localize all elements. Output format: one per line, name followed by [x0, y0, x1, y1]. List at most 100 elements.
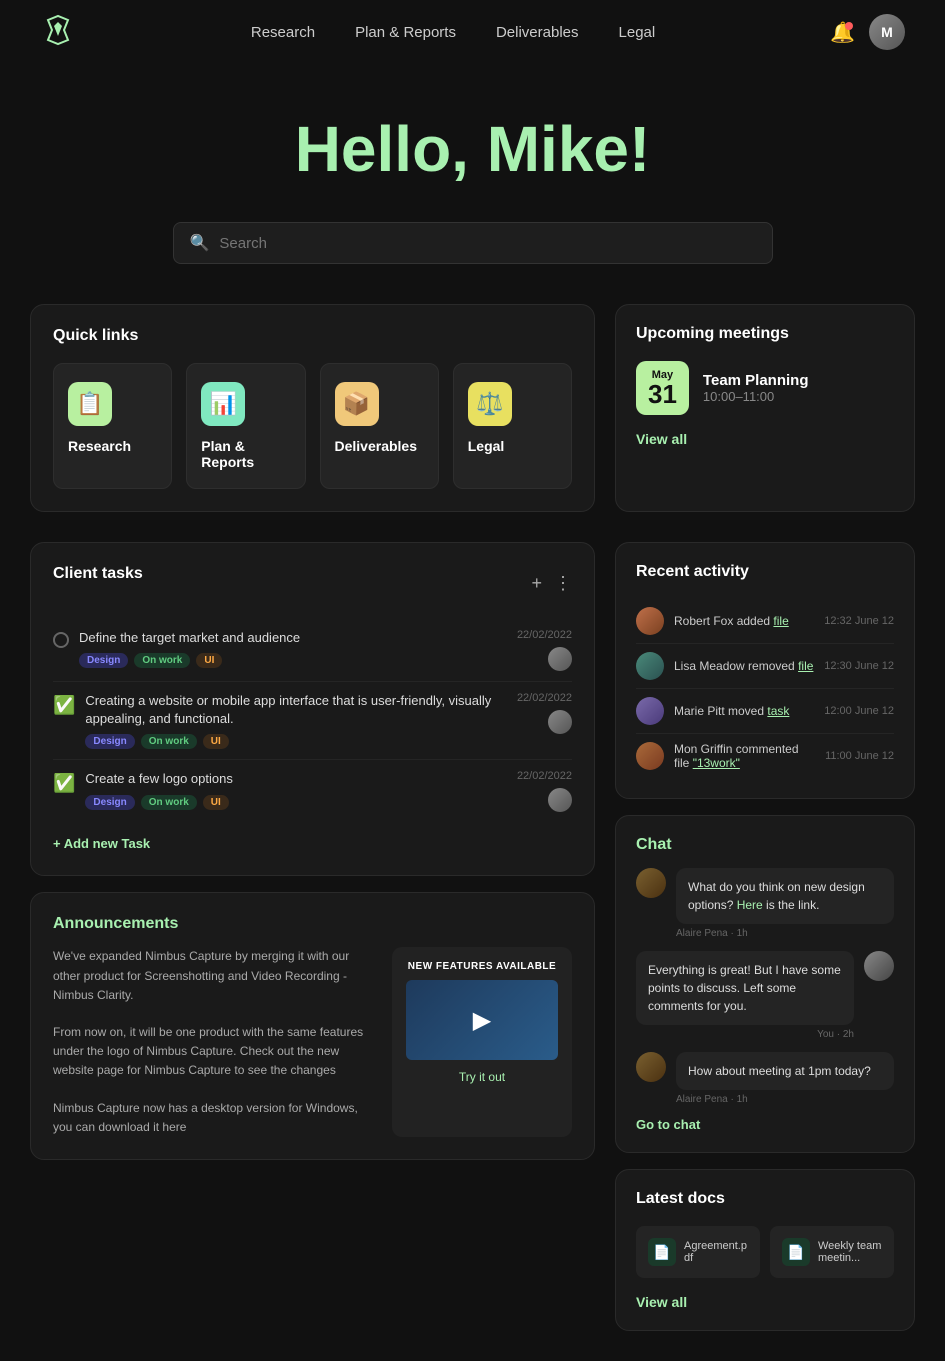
activity-avatar-1	[636, 607, 664, 635]
task-title-1: Define the target market and audience	[79, 629, 507, 647]
docs-grid: 📄 Agreement.pdf 📄 Weekly team meetin...	[636, 1226, 894, 1278]
task-avatar-1	[548, 647, 572, 671]
meetings-view-all[interactable]: View all	[636, 431, 894, 447]
tasks-actions: + ⋮	[531, 573, 572, 594]
nav-link-legal[interactable]: Legal	[619, 24, 656, 41]
nav-link-deliverables[interactable]: Deliverables	[496, 24, 579, 41]
activity-link-3[interactable]: task	[767, 704, 789, 718]
tasks-header: Client tasks + ⋮	[53, 565, 572, 601]
logo[interactable]	[40, 12, 76, 53]
chat-msg-body-1: What do you think on new design options?…	[676, 868, 894, 939]
tag-onwork-1: On work	[134, 653, 190, 668]
tag-onwork-2: On work	[141, 734, 197, 749]
activity-link-2[interactable]: file	[798, 659, 813, 673]
search-icon: 🔍	[190, 233, 210, 253]
tag-ui-1: UI	[196, 653, 222, 668]
hero-title: Hello, Mike!	[0, 112, 945, 186]
announce-text-3: Nimbus Capture now has a desktop version…	[53, 1099, 378, 1137]
notification-bell-button[interactable]: 🔔	[830, 20, 855, 45]
chat-link-1[interactable]: Here	[737, 898, 763, 912]
left-column: Client tasks + ⋮ Define the target marke…	[30, 542, 595, 1331]
doc-item-2[interactable]: 📄 Weekly team meetin...	[770, 1226, 894, 1278]
promo-title: NEW FEATURES AVAILABLE	[406, 961, 558, 972]
activity-time-2: 12:30 June 12	[824, 660, 894, 672]
chat-msg-meta-1: Alaire Pena · 1h	[676, 928, 894, 939]
chat-msg-body-3: How about meeting at 1pm today? Alaire P…	[676, 1052, 894, 1105]
quick-link-deliverables[interactable]: 📦 Deliverables	[320, 363, 439, 489]
task-date-3: 22/02/2022	[517, 770, 572, 782]
nav-link-plan-reports[interactable]: Plan & Reports	[355, 24, 456, 41]
activity-item-1: Robert Fox added file 12:32 June 12	[636, 599, 894, 644]
task-body-2: Creating a website or mobile app interfa…	[85, 692, 507, 749]
docs-view-all[interactable]: View all	[636, 1294, 894, 1310]
task-checkbox-2[interactable]: ✅	[53, 695, 75, 716]
add-task-icon-button[interactable]: +	[531, 573, 542, 594]
chat-msg-3: How about meeting at 1pm today? Alaire P…	[636, 1052, 894, 1105]
task-date-1: 22/02/2022	[517, 629, 572, 641]
activity-avatar-4	[636, 742, 664, 770]
activity-time-1: 12:32 June 12	[824, 615, 894, 627]
recent-activity-title: Recent activity	[636, 563, 894, 581]
activity-item-4: Mon Griffin commented file "13work" 11:0…	[636, 734, 894, 778]
meeting-day: 31	[648, 381, 677, 407]
quick-links-title: Quick links	[53, 327, 572, 345]
chat-msg-1: What do you think on new design options?…	[636, 868, 894, 939]
go-to-chat-link[interactable]: Go to chat	[636, 1117, 894, 1132]
meeting-date: May 31	[636, 361, 689, 415]
nav-link-research[interactable]: Research	[251, 24, 315, 41]
activity-link-4[interactable]: "13work"	[693, 756, 740, 770]
meeting-info: Team Planning 10:00–11:00	[703, 372, 894, 404]
chat-msg-meta-2: You · 2h	[636, 1029, 854, 1040]
announcements-inner: We've expanded Nimbus Capture by merging…	[53, 947, 572, 1137]
task-tags-3: Design On work UI	[85, 795, 507, 810]
hero-name: Mike!	[487, 113, 651, 185]
tag-design-1: Design	[79, 653, 128, 668]
tasks-menu-button[interactable]: ⋮	[554, 573, 572, 594]
quick-links-card: Quick links 📋 Research 📊 Plan & Reports …	[30, 304, 595, 512]
activity-time-3: 12:00 June 12	[824, 705, 894, 717]
search-bar[interactable]: 🔍	[173, 222, 773, 264]
quick-link-deliverables-label: Deliverables	[335, 438, 418, 454]
quick-link-plan-reports[interactable]: 📊 Plan & Reports	[186, 363, 305, 489]
announcements-card: Announcements We've expanded Nimbus Capt…	[30, 892, 595, 1160]
doc-icon-1: 📄	[648, 1238, 676, 1266]
task-meta-3: 22/02/2022	[517, 770, 572, 812]
activity-text-4: Mon Griffin commented file "13work"	[674, 742, 815, 770]
announce-text-2: From now on, it will be one product with…	[53, 1023, 378, 1081]
client-tasks-title: Client tasks	[53, 565, 143, 583]
nav-right: 🔔 M	[830, 14, 905, 50]
activity-text-2: Lisa Meadow removed file	[674, 659, 814, 673]
tag-ui-2: UI	[203, 734, 229, 749]
doc-name-1: Agreement.pdf	[684, 1240, 748, 1264]
user-avatar[interactable]: M	[869, 14, 905, 50]
research-icon: 📋	[68, 382, 112, 426]
task-checkbox-3[interactable]: ✅	[53, 773, 75, 794]
quick-link-research[interactable]: 📋 Research	[53, 363, 172, 489]
chat-avatar-2	[864, 951, 894, 981]
search-wrap: 🔍	[0, 222, 945, 264]
try-it-out-link[interactable]: Try it out	[459, 1070, 505, 1084]
latest-docs-title: Latest docs	[636, 1190, 894, 1208]
chat-title: Chat	[636, 836, 894, 854]
activity-text-1: Robert Fox added file	[674, 614, 814, 628]
activity-link-1[interactable]: file	[773, 614, 788, 628]
task-title-3: Create a few logo options	[85, 770, 507, 788]
chat-msg-2: Everything is great! But I have some poi…	[636, 951, 894, 1040]
doc-item-1[interactable]: 📄 Agreement.pdf	[636, 1226, 760, 1278]
quick-link-legal[interactable]: ⚖️ Legal	[453, 363, 572, 489]
doc-name-2: Weekly team meetin...	[818, 1240, 882, 1264]
meeting-name: Team Planning	[703, 372, 894, 389]
recent-activity-card: Recent activity Robert Fox added file 12…	[615, 542, 915, 799]
nav-links: Research Plan & Reports Deliverables Leg…	[251, 24, 655, 41]
chat-avatar-3	[636, 1052, 666, 1082]
quick-links-grid: 📋 Research 📊 Plan & Reports 📦 Deliverabl…	[53, 363, 572, 489]
task-tags-1: Design On work UI	[79, 653, 507, 668]
tag-design-2: Design	[85, 734, 134, 749]
search-input[interactable]	[219, 235, 755, 252]
quick-link-plan-reports-label: Plan & Reports	[201, 438, 290, 470]
tag-onwork-3: On work	[141, 795, 197, 810]
main-content: Quick links 📋 Research 📊 Plan & Reports …	[0, 304, 945, 542]
add-new-task-button[interactable]: + Add new Task	[53, 836, 150, 851]
task-checkbox-1[interactable]	[53, 632, 69, 648]
activity-item-3: Marie Pitt moved task 12:00 June 12	[636, 689, 894, 734]
